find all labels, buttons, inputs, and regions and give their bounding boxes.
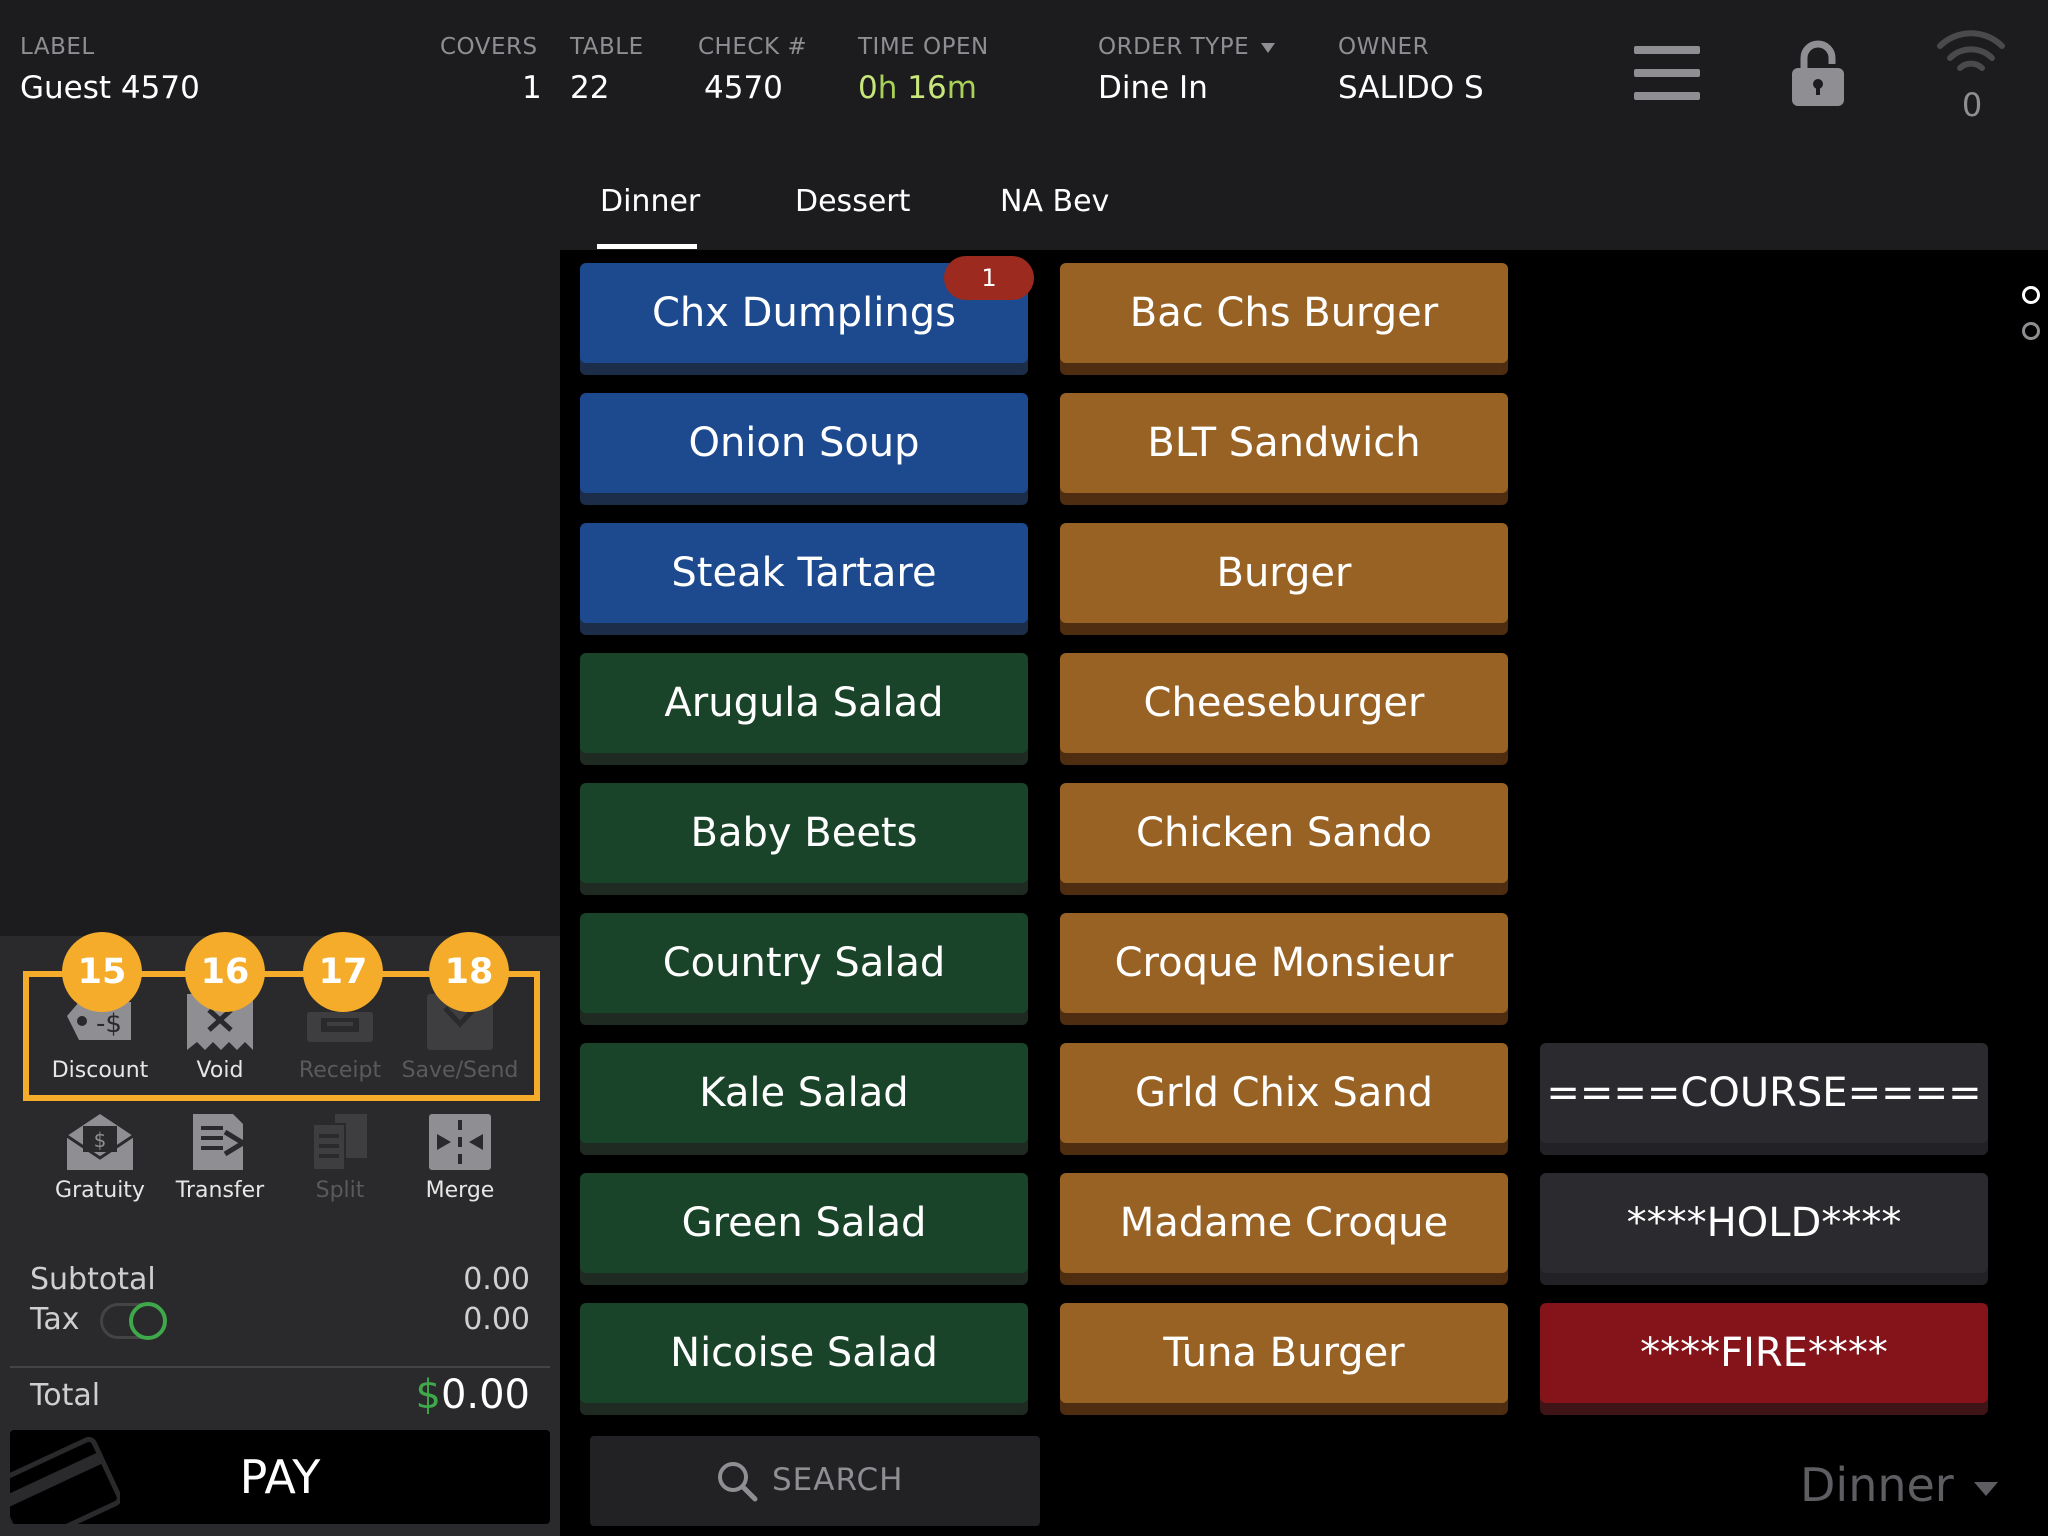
order-header: LABEL Guest 4570 COVERS 1 TABLE 22 CHECK…: [0, 0, 2048, 150]
credit-card-icon: [10, 1436, 120, 1524]
menu-selector-dropdown[interactable]: Dinner: [1800, 1458, 1998, 1512]
merge-label: Merge: [425, 1178, 495, 1203]
search-icon: [718, 1462, 758, 1502]
order-type-title[interactable]: ORDER TYPE: [1098, 34, 1276, 60]
svg-text:$: $: [94, 1128, 107, 1152]
total-row: Total $0.00: [30, 1372, 530, 1418]
menu-item-nicoise-salad[interactable]: Nicoise Salad: [580, 1303, 1028, 1403]
split-label: Split: [315, 1178, 365, 1203]
menu-selector-value: Dinner: [1800, 1458, 1954, 1512]
menu-item-madame-croque[interactable]: Madame Croque: [1060, 1173, 1508, 1273]
tax-label: Tax: [30, 1302, 80, 1337]
chevron-down-icon: [1973, 1481, 1998, 1496]
menu-item-kale-salad[interactable]: Kale Salad: [580, 1043, 1028, 1143]
wifi-count: 0: [1961, 86, 1983, 124]
gratuity-envelope-icon: $: [65, 1112, 135, 1172]
order-type-value[interactable]: Dine In: [1098, 70, 1208, 106]
menu-item-country-salad[interactable]: Country Salad: [580, 913, 1028, 1013]
menu-item-baby-beets[interactable]: Baby Beets: [580, 783, 1028, 883]
transfer-icon: [185, 1112, 255, 1172]
hold-modifier-button[interactable]: ****HOLD****: [1540, 1173, 1988, 1273]
page-dot-active[interactable]: [2022, 286, 2040, 304]
menu-item-steak-tartare[interactable]: Steak Tartare: [580, 523, 1028, 623]
menu-item-cheeseburger[interactable]: Cheeseburger: [1060, 653, 1508, 753]
check-number-value: 4570: [704, 70, 783, 106]
menu-item-bac-chs-burger[interactable]: Bac Chs Burger: [1060, 263, 1508, 363]
total-amount: 0.00: [440, 1372, 530, 1418]
page-dot[interactable]: [2022, 322, 2040, 340]
fire-button[interactable]: ****FIRE****: [1540, 1303, 1988, 1403]
search-placeholder: SEARCH: [772, 1462, 904, 1498]
time-open-hours-unit: h: [877, 70, 898, 106]
split-button[interactable]: Split: [280, 1112, 400, 1203]
search-input[interactable]: SEARCH: [590, 1436, 1040, 1526]
total-label: Total: [30, 1378, 101, 1413]
menu-item-burger[interactable]: Burger: [1060, 523, 1508, 623]
tab-dinner[interactable]: Dinner: [600, 184, 700, 219]
hamburger-menu-icon[interactable]: [1634, 44, 1700, 102]
menu-item-croque-monsieur[interactable]: Croque Monsieur: [1060, 913, 1508, 1013]
menu-item-green-salad[interactable]: Green Salad: [580, 1173, 1028, 1273]
tax-value: 0.00: [463, 1302, 530, 1337]
time-open-minutes-unit: m: [946, 70, 977, 106]
menu-item-arugula-salad[interactable]: Arugula Salad: [580, 653, 1028, 753]
tab-na-bev[interactable]: NA Bev: [1000, 184, 1109, 219]
order-type-title-text: ORDER TYPE: [1098, 34, 1250, 60]
callout-badge-15: 15: [62, 932, 142, 1012]
time-open-value: 0h 16m: [858, 70, 977, 106]
subtotal-value: 0.00: [463, 1262, 530, 1297]
currency-symbol: $: [415, 1372, 441, 1418]
callout-badge-18: 18: [429, 932, 509, 1012]
callout-badge-17: 17: [303, 932, 383, 1012]
chevron-down-icon: [1261, 42, 1276, 53]
owner-value[interactable]: SALIDO S: [1338, 70, 1484, 106]
subtotal-row: Subtotal 0.00: [30, 1262, 530, 1297]
order-items-list[interactable]: [0, 150, 560, 936]
total-value: $0.00: [415, 1372, 530, 1418]
time-open-hours: 0: [858, 70, 878, 106]
time-open-title: TIME OPEN: [858, 34, 989, 60]
totals-divider: [10, 1366, 550, 1368]
pay-label: PAY: [239, 1450, 321, 1504]
subtotal-label: Subtotal: [30, 1262, 156, 1297]
menu-item-grld-chix-sand[interactable]: Grld Chix Sand: [1060, 1043, 1508, 1143]
covers-value[interactable]: 1: [522, 70, 542, 106]
gratuity-label: Gratuity: [55, 1178, 145, 1203]
tax-toggle[interactable]: [100, 1302, 167, 1340]
transfer-button[interactable]: Transfer: [160, 1112, 280, 1203]
covers-title: COVERS: [440, 34, 538, 60]
menu-item-tuna-burger[interactable]: Tuna Burger: [1060, 1303, 1508, 1403]
menu-item-onion-soup[interactable]: Onion Soup: [580, 393, 1028, 493]
table-value[interactable]: 22: [570, 70, 609, 106]
callout-badge-16: 16: [185, 932, 265, 1012]
lock-icon[interactable]: [1790, 40, 1846, 108]
wifi-icon: [1936, 30, 2006, 78]
merge-button[interactable]: Merge: [400, 1112, 520, 1203]
menu-item-blt-sandwich[interactable]: BLT Sandwich: [1060, 393, 1508, 493]
gratuity-button[interactable]: $ Gratuity: [40, 1112, 160, 1203]
owner-title: OWNER: [1338, 34, 1430, 60]
tab-dessert[interactable]: Dessert: [795, 184, 910, 219]
split-icon: [305, 1112, 375, 1172]
table-title: TABLE: [570, 34, 644, 60]
active-tab-indicator: [597, 244, 697, 249]
item-count-badge: 1: [944, 256, 1034, 300]
menu-tabs-bar: Dinner Dessert NA Bev: [560, 150, 2048, 250]
course-modifier-button[interactable]: ====COURSE====: [1540, 1043, 1988, 1143]
pay-button[interactable]: PAY: [10, 1430, 550, 1524]
merge-icon: [425, 1112, 495, 1172]
time-open-minutes: 16: [907, 70, 947, 106]
transfer-label: Transfer: [175, 1178, 265, 1203]
label-field-title: LABEL: [20, 34, 95, 60]
label-field-value[interactable]: Guest 4570: [20, 70, 200, 106]
check-number-title: CHECK #: [698, 34, 808, 60]
menu-item-chicken-sando[interactable]: Chicken Sando: [1060, 783, 1508, 883]
tax-toggle-knob: [129, 1302, 167, 1340]
